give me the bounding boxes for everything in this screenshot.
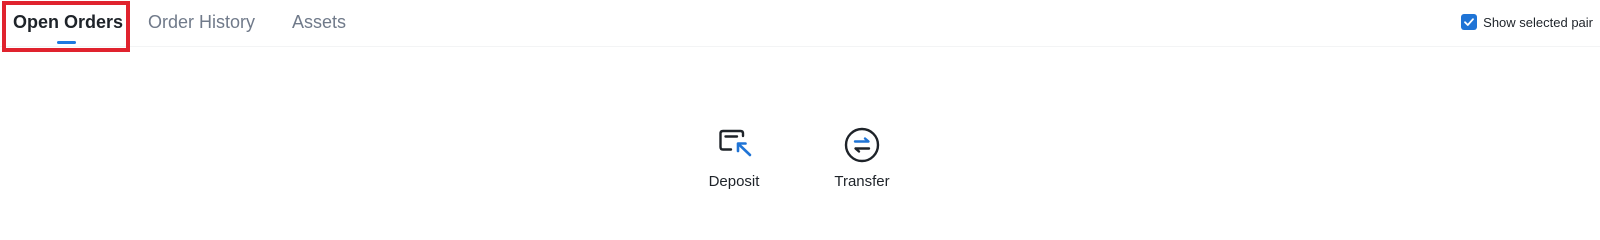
tab-bar: Open Orders Order History Assets Show se… (0, 0, 1600, 52)
deposit-label: Deposit (708, 173, 760, 190)
show-selected-pair-label: Show selected pair (1483, 14, 1593, 30)
transfer-button[interactable]: Transfer (812, 125, 912, 191)
show-selected-pair-toggle[interactable]: Show selected pair (1461, 13, 1593, 31)
tab-assets[interactable]: Assets (292, 11, 346, 33)
show-selected-pair-checkbox[interactable] (1461, 14, 1478, 30)
highlight-box (2, 1, 130, 52)
tab-order-history[interactable]: Order History (148, 11, 255, 33)
transfer-label: Transfer (834, 173, 890, 190)
checkmark-icon (1464, 18, 1475, 26)
deposit-button[interactable]: Deposit (684, 125, 784, 191)
transfer-icon (844, 127, 880, 163)
orders-panel: Open Orders Order History Assets Show se… (0, 0, 1600, 200)
deposit-icon (719, 129, 752, 157)
